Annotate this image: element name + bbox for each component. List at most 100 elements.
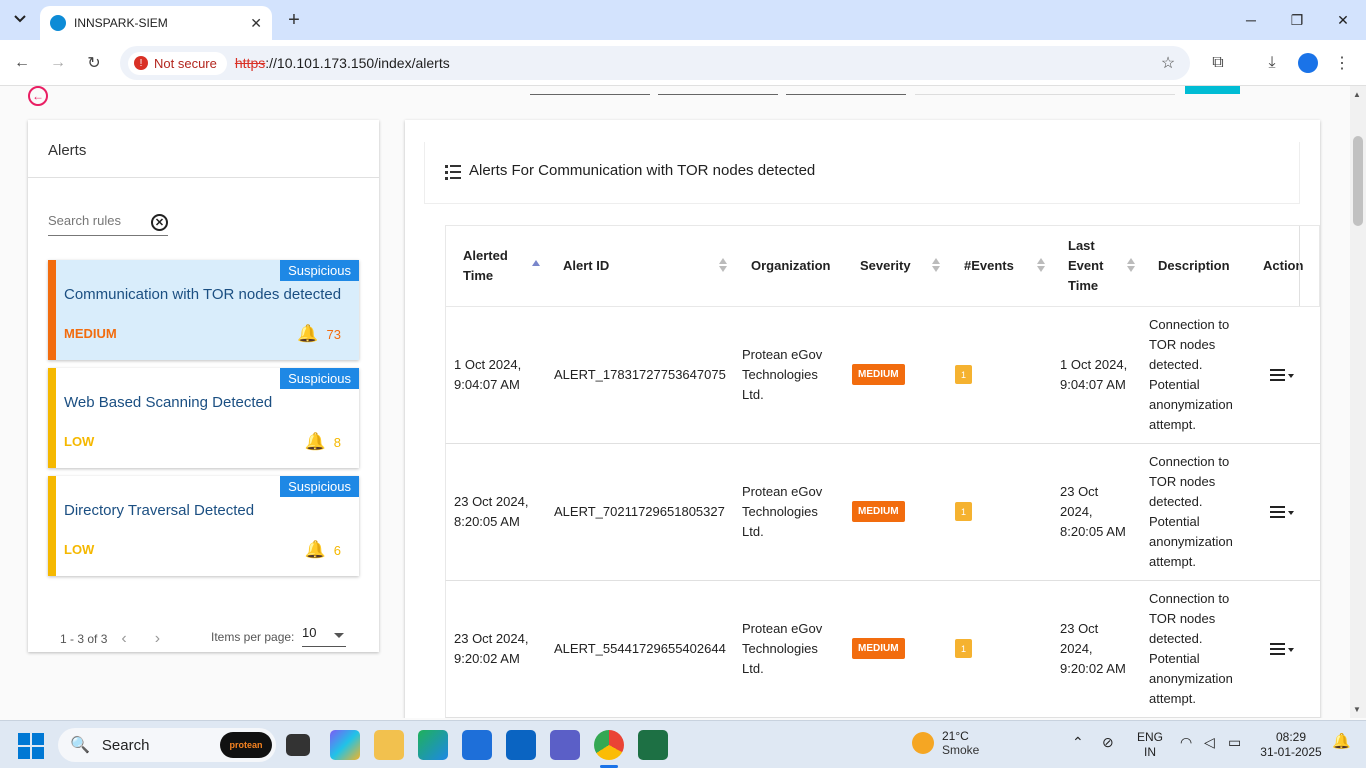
- address-bar[interactable]: ! Not secure https://10.101.173.150/inde…: [120, 46, 1190, 80]
- sort-asc-icon[interactable]: [719, 258, 727, 264]
- sort-desc-icon[interactable]: [719, 266, 727, 272]
- back-icon[interactable]: ←: [10, 51, 34, 75]
- sort-desc-icon[interactable]: [1127, 266, 1135, 272]
- alerts-table: Alerted Time Alert ID Organization Sever…: [445, 225, 1320, 718]
- task-view-icon[interactable]: [286, 734, 310, 756]
- page-title: Alerts For Communication with TOR nodes …: [469, 162, 816, 179]
- bookmark-star-icon[interactable]: ☆: [1156, 51, 1180, 75]
- file-explorer-icon[interactable]: [374, 730, 404, 760]
- minimize-icon[interactable]: ─: [1228, 6, 1274, 34]
- severity-badge: MEDIUM: [852, 364, 905, 385]
- new-tab-icon[interactable]: +: [282, 8, 306, 32]
- download-icon[interactable]: ⤓: [1260, 51, 1284, 75]
- tab-list-icon[interactable]: [8, 7, 32, 31]
- action-menu-icon[interactable]: [1270, 506, 1294, 520]
- col-events[interactable]: #Events: [964, 256, 1014, 276]
- rule-count: 🔔 6: [305, 540, 341, 560]
- rule-item[interactable]: Suspicious Directory Traversal Detected …: [48, 476, 359, 576]
- rule-severity: LOW: [64, 542, 95, 557]
- close-window-icon[interactable]: ✕: [1320, 6, 1366, 34]
- scroll-down-icon[interactable]: ▼: [1353, 705, 1361, 714]
- bell-icon: 🔔: [297, 324, 319, 343]
- tray-chevron-icon[interactable]: ⌃: [1072, 735, 1084, 750]
- outlook-icon[interactable]: [506, 730, 536, 760]
- weather-widget[interactable]: 21°C Smoke: [912, 729, 979, 757]
- rule-tag: Suspicious: [280, 476, 359, 497]
- windows-taskbar: 🔍 Search protean 21°C Smoke ⌃ ⊘ ENG IN ◠ …: [0, 720, 1366, 768]
- col-severity[interactable]: Severity: [860, 256, 911, 276]
- volume-icon[interactable]: ◁: [1204, 735, 1215, 750]
- sort-asc-icon[interactable]: [932, 258, 940, 264]
- wifi-icon[interactable]: ◠: [1180, 735, 1192, 750]
- clock[interactable]: 08:29 31-01-2025: [1256, 730, 1326, 760]
- cell-description: Connection to TOR nodes detected. Potent…: [1149, 317, 1233, 432]
- table-row[interactable]: 23 Oct 2024, 8:20:05 AM ALERT_7021172965…: [445, 444, 1320, 581]
- not-secure-chip[interactable]: ! Not secure: [128, 51, 227, 75]
- table-row[interactable]: 23 Oct 2024, 9:20:02 AM ALERT_5544172965…: [445, 581, 1320, 718]
- rule-count: 🔔 73: [297, 324, 341, 344]
- cell-last-event-time: 23 Oct 2024, 9:20:02 AM: [1060, 621, 1126, 676]
- cell-alerted-time: 23 Oct 2024, 9:20:02 AM: [454, 631, 529, 666]
- sort-asc-icon[interactable]: [1037, 258, 1045, 264]
- taskbar-search[interactable]: 🔍 Search protean: [58, 728, 276, 762]
- table-row[interactable]: 1 Oct 2024, 9:04:07 AM ALERT_17831727753…: [445, 307, 1320, 444]
- scrollbar-thumb[interactable]: [1353, 136, 1363, 226]
- sort-desc-icon[interactable]: [1037, 266, 1045, 272]
- rule-count-value: 6: [333, 542, 341, 558]
- page-scrollbar[interactable]: ▲ ▼: [1350, 86, 1366, 718]
- col-alert-id[interactable]: Alert ID: [563, 256, 609, 276]
- rule-item[interactable]: Suspicious Web Based Scanning Detected L…: [48, 368, 359, 468]
- action-menu-icon[interactable]: [1270, 643, 1294, 657]
- battery-icon[interactable]: ▭: [1228, 735, 1241, 750]
- col-alerted-time[interactable]: Alerted Time: [463, 246, 513, 286]
- edge-icon[interactable]: [418, 730, 448, 760]
- teams-icon[interactable]: [550, 730, 580, 760]
- chrome-icon[interactable]: [594, 730, 624, 760]
- reload-icon[interactable]: ↻: [82, 51, 106, 75]
- scroll-up-icon[interactable]: ▲: [1353, 90, 1361, 99]
- excel-icon[interactable]: [638, 730, 668, 760]
- store-icon[interactable]: [462, 730, 492, 760]
- severity-badge: MEDIUM: [852, 638, 905, 659]
- network-off-icon[interactable]: ⊘: [1102, 735, 1114, 750]
- filter-field-underline[interactable]: [530, 94, 650, 95]
- chevron-right-icon[interactable]: ›: [155, 630, 160, 648]
- filter-field-underline[interactable]: [786, 94, 906, 95]
- m365-app-icon[interactable]: [330, 730, 360, 760]
- col-last-event-time[interactable]: Last Event Time: [1068, 236, 1108, 296]
- cell-description: Connection to TOR nodes detected. Potent…: [1149, 591, 1233, 706]
- weather-sun-icon: [912, 732, 934, 754]
- items-per-page-select[interactable]: 10: [302, 625, 346, 647]
- apply-button[interactable]: [1185, 86, 1240, 94]
- notification-bell-icon[interactable]: 🔔: [1332, 734, 1351, 749]
- extensions-icon[interactable]: ⧉: [1206, 51, 1230, 75]
- url-text[interactable]: https://10.101.173.150/index/alerts: [235, 55, 450, 71]
- rule-count-value: 8: [333, 434, 341, 450]
- chevron-left-icon[interactable]: ‹: [121, 630, 126, 648]
- language-indicator[interactable]: ENG IN: [1136, 730, 1164, 760]
- maximize-icon[interactable]: ❐: [1274, 6, 1320, 34]
- filter-field-underline[interactable]: [658, 94, 778, 95]
- sort-asc-icon[interactable]: [532, 260, 540, 266]
- menu-kebab-icon[interactable]: ⋮: [1330, 51, 1354, 75]
- col-description: Description: [1158, 258, 1230, 273]
- sort-desc-icon[interactable]: [932, 266, 940, 272]
- clear-search-icon[interactable]: ✕: [151, 214, 168, 231]
- action-menu-icon[interactable]: [1270, 369, 1294, 383]
- paginator: 1 - 3 of 3 ‹ ›: [60, 630, 160, 648]
- filter-field-underline[interactable]: [915, 94, 1175, 95]
- search-rules-field[interactable]: ✕: [48, 212, 168, 236]
- forward-icon[interactable]: →: [46, 51, 70, 75]
- protean-badge[interactable]: protean: [220, 732, 272, 758]
- back-circle-icon[interactable]: ←: [28, 86, 48, 106]
- rule-item[interactable]: Suspicious Communication with TOR nodes …: [48, 260, 359, 360]
- close-tab-icon[interactable]: ✕: [250, 15, 262, 32]
- clock-date: 31-01-2025: [1260, 745, 1322, 759]
- search-rules-input[interactable]: [48, 213, 148, 228]
- browser-tab[interactable]: INNSPARK-SIEM ✕: [40, 6, 272, 40]
- profile-icon[interactable]: [1296, 51, 1320, 75]
- windows-start-icon[interactable]: [18, 733, 44, 759]
- sort-asc-icon[interactable]: [1127, 258, 1135, 264]
- alerts-sidebar-card: Alerts ✕ Suspicious Communication with T…: [28, 120, 379, 652]
- cell-alert-id: ALERT_55441729655402644: [554, 641, 726, 656]
